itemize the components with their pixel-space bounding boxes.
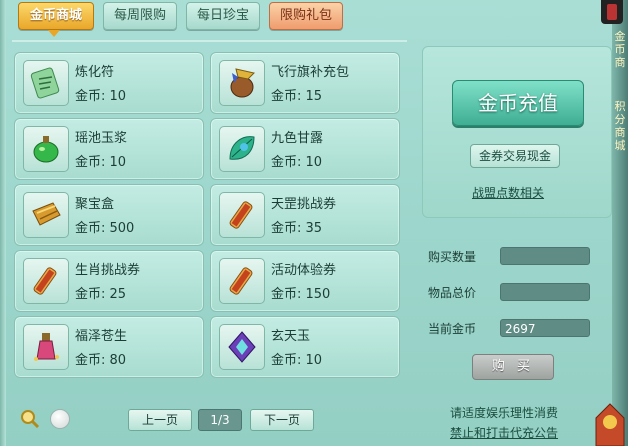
quantity-label: 购买数量 (428, 250, 477, 264)
character-corner-icon[interactable] (590, 396, 628, 446)
shop-item[interactable]: 瑶池玉浆 金币: 10 (14, 118, 204, 180)
item-price: 金币: 15 (271, 89, 323, 104)
item-slot (219, 192, 265, 238)
tab-limited-gift[interactable]: 限购礼包 (269, 2, 343, 30)
shop-item[interactable]: 活动体验券 金币: 150 (210, 250, 400, 312)
side-tab-points[interactable]: 积分商城 (614, 100, 626, 152)
item-price: 金币: 35 (271, 221, 323, 236)
buy-button[interactable]: 购 买 (472, 354, 554, 380)
item-price: 金币: 25 (75, 287, 127, 302)
talisman-icon (30, 67, 60, 99)
magnifier-icon[interactable] (20, 409, 40, 429)
item-name: 玄天玉 (271, 329, 311, 344)
page-indicator: 1/3 (198, 409, 242, 431)
item-name: 九色甘露 (271, 131, 324, 146)
item-price: 金币: 80 (75, 353, 127, 368)
scroll-icon (229, 201, 253, 229)
flag-pack-icon (230, 68, 255, 98)
item-name: 聚宝盒 (75, 197, 115, 212)
active-tab-pointer (48, 30, 60, 37)
current-gold-field: 2697 (500, 319, 590, 337)
shop-panel: 金币商城 每周限购 每日珍宝 限购礼包 炼化符 金币: 10 飞行旗补充包 金币… (0, 0, 628, 446)
nectar-leaf-icon (229, 136, 255, 160)
tab-divider (12, 40, 407, 42)
panel-left-edge (0, 0, 6, 446)
option-circle-icon[interactable] (50, 409, 70, 429)
quantity-field[interactable] (500, 247, 590, 265)
item-price: 金币: 10 (271, 155, 323, 170)
total-price-field (500, 283, 590, 301)
current-gold-label: 当前金币 (428, 322, 477, 336)
item-slot (23, 192, 69, 238)
jade-gourd-icon (33, 136, 59, 163)
tab-weekly-limited[interactable]: 每周限购 (103, 2, 177, 30)
item-price: 金币: 150 (271, 287, 331, 302)
tab-daily-treasure[interactable]: 每日珍宝 (186, 2, 260, 30)
item-name: 炼化符 (75, 65, 115, 80)
notice-anti-proxy-link[interactable]: 禁止和打击代充公告 (450, 424, 558, 441)
item-price: 金币: 10 (271, 353, 323, 368)
coupon-exchange-button[interactable]: 金券交易现金 (470, 144, 560, 168)
total-price-label: 物品总价 (428, 286, 477, 300)
side-tab-gold[interactable]: 金币商 (614, 30, 626, 69)
close-icon[interactable] (601, 0, 623, 24)
item-slot (23, 258, 69, 304)
notice-rational: 请适度娱乐理性消费 (450, 406, 559, 420)
shop-item[interactable]: 福泽苍生 金币: 80 (14, 316, 204, 378)
item-slot (219, 60, 265, 106)
shop-item[interactable]: 聚宝盒 金币: 500 (14, 184, 204, 246)
shop-item[interactable]: 九色甘露 金币: 10 (210, 118, 400, 180)
gold-recharge-button[interactable]: 金币充值 (452, 80, 584, 126)
treasure-box-icon (32, 202, 61, 226)
item-slot (23, 324, 69, 370)
shop-item[interactable]: 天罡挑战券 金币: 35 (210, 184, 400, 246)
item-name: 活动体验券 (271, 263, 337, 278)
prev-page-button[interactable]: 上一页 (128, 409, 192, 431)
shop-item[interactable]: 玄天玉 金币: 10 (210, 316, 400, 378)
item-slot (219, 126, 265, 172)
shop-item[interactable]: 飞行旗补充包 金币: 15 (210, 52, 400, 114)
item-price: 金币: 10 (75, 89, 127, 104)
item-price: 金币: 10 (75, 155, 127, 170)
item-slot (23, 60, 69, 106)
shop-item[interactable]: 炼化符 金币: 10 (14, 52, 204, 114)
item-price: 金币: 500 (75, 221, 135, 236)
potion-icon (34, 333, 59, 361)
alliance-points-link[interactable]: 战盟点数相关 (472, 184, 544, 201)
item-name: 天罡挑战券 (271, 197, 337, 212)
scroll-icon (229, 267, 253, 295)
item-name: 飞行旗补充包 (271, 65, 350, 80)
item-name: 瑶池玉浆 (75, 131, 128, 146)
scroll-icon (33, 267, 57, 295)
next-page-button[interactable]: 下一页 (250, 409, 314, 431)
shop-item[interactable]: 生肖挑战券 金币: 25 (14, 250, 204, 312)
item-name: 生肖挑战券 (75, 263, 141, 278)
side-tab-strip: 金币商 积分商城 (612, 0, 628, 446)
item-slot (23, 126, 69, 172)
item-slot (219, 258, 265, 304)
gem-icon (228, 331, 256, 363)
tab-gold-shop[interactable]: 金币商城 (18, 2, 94, 30)
item-slot (219, 324, 265, 370)
item-name: 福泽苍生 (75, 329, 128, 344)
